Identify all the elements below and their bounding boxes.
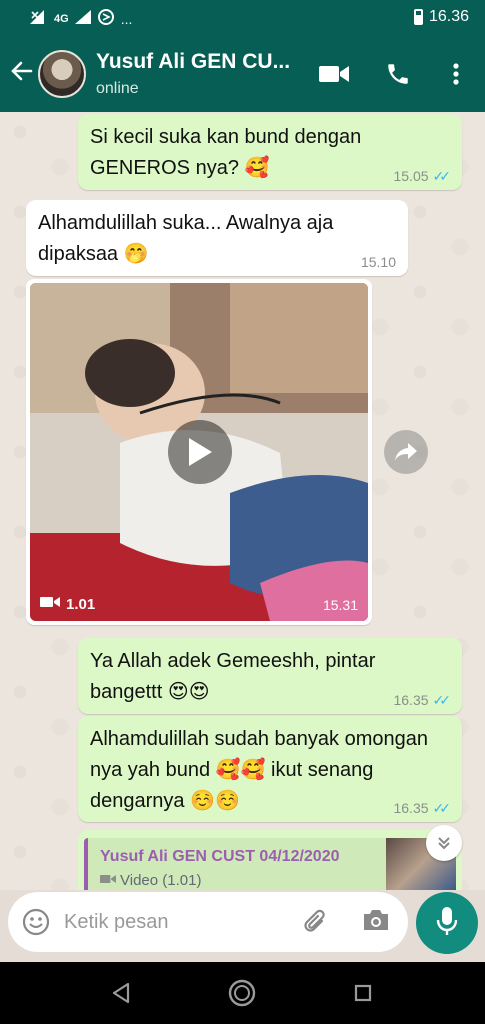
network-label: 4G [54, 12, 69, 25]
voice-record-button[interactable] [416, 892, 478, 954]
microphone-icon [436, 906, 458, 941]
message-text: Alhamdulillah suka... Awalnya aja dipaks… [38, 212, 334, 265]
play-button[interactable] [168, 420, 232, 484]
message-bubble[interactable]: Ya Allah adek Gemeeshh, pintar bangettt … [78, 638, 462, 714]
read-ticks-icon: ✓✓ [432, 168, 452, 184]
message-time: 15.31 [322, 597, 358, 613]
read-ticks-icon: ✓✓ [432, 800, 452, 816]
status-time: 16.36 [428, 8, 469, 25]
message-time: 15.10 [360, 254, 396, 270]
quoted-message[interactable]: Yusuf Ali GEN CUST 04/12/2020 Video (1.0… [78, 830, 462, 890]
video-thumbnail[interactable]: 1.01 15.31 [30, 283, 368, 621]
quoted-label: Video (1.01) [100, 872, 201, 889]
video-duration-text: 1.01 [66, 595, 96, 613]
video-message[interactable]: 1.01 15.31 [26, 279, 372, 625]
quoted-sender: Yusuf Ali GEN CUST 04/12/2020 [100, 848, 340, 865]
nav-recents-icon[interactable] [348, 978, 378, 1008]
contact-avatar[interactable] [38, 50, 86, 98]
nav-home-icon[interactable] [227, 978, 257, 1008]
status-right: 16.36 [413, 8, 469, 26]
message-bubble[interactable]: Alhamdulillah suka... Awalnya aja dipaks… [26, 200, 408, 276]
message-time: 16.35 [393, 692, 429, 708]
more-options-icon[interactable] [440, 58, 472, 90]
more-notifications: ... [120, 10, 133, 27]
message-bubble[interactable]: Si kecil suka kan bund dengan GENEROS ny… [78, 114, 462, 190]
battery-icon [413, 9, 423, 25]
signal-strength-icon [74, 10, 91, 27]
video-camera-icon [100, 872, 116, 889]
scroll-down-icon[interactable] [426, 825, 462, 861]
message-input[interactable] [64, 906, 284, 938]
back-arrow-icon[interactable] [6, 58, 38, 90]
data-saver-icon [97, 8, 115, 29]
camera-icon[interactable] [362, 908, 390, 936]
system-nav-bar [0, 962, 485, 1024]
message-time: 16.35 [393, 800, 429, 816]
message-bubble[interactable]: Alhamdulillah sudah banyak omongan nya y… [78, 716, 462, 822]
message-meta: 16.35 ✓✓ [393, 692, 452, 708]
read-ticks-icon: ✓✓ [432, 692, 452, 708]
message-time: 15.05 [393, 168, 429, 184]
message-meta: 16.35 ✓✓ [393, 800, 452, 816]
signal-icon [30, 10, 48, 27]
emoji-icon[interactable] [22, 908, 50, 936]
message-input-bar[interactable] [8, 892, 408, 952]
attach-icon[interactable] [302, 908, 330, 936]
contact-name[interactable]: Yusuf Ali GEN CU... [96, 50, 290, 74]
chat-header: Yusuf Ali GEN CU... online [0, 36, 485, 112]
status-icons: 4G ... [30, 8, 132, 29]
video-call-icon[interactable] [318, 58, 350, 90]
forward-icon[interactable] [384, 430, 428, 474]
message-meta: 15.10 [361, 254, 396, 270]
chat-area[interactable]: Si kecil suka kan bund dengan GENEROS ny… [0, 112, 485, 890]
contact-status: online [96, 80, 139, 97]
voice-call-icon[interactable] [382, 58, 414, 90]
nav-back-icon[interactable] [106, 978, 136, 1008]
video-duration: 1.01 [40, 595, 95, 613]
status-bar: 4G ... 16.36 [0, 0, 485, 36]
quoted-message-card[interactable]: Yusuf Ali GEN CUST 04/12/2020 Video (1.0… [84, 838, 456, 890]
message-meta: 15.05 ✓✓ [393, 168, 452, 184]
quoted-label-text: Video (1.01) [120, 872, 202, 889]
video-camera-icon [40, 595, 60, 613]
